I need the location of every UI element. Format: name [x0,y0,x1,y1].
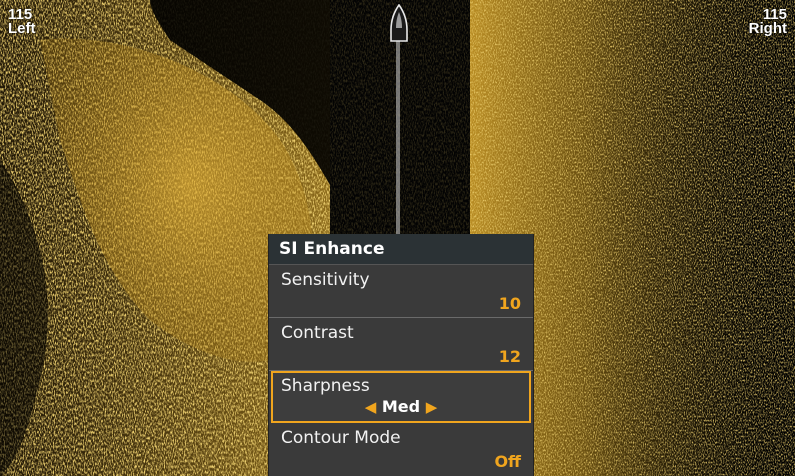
sharpness-item[interactable]: Sharpness ◀ Med ▶ [271,371,531,423]
contour-mode-value: Off [494,452,521,471]
sensitivity-value: 10 [498,294,521,313]
sensitivity-label: Sensitivity [281,270,370,290]
sharpness-selector[interactable]: ◀ Med ▶ [273,397,529,416]
menu-title: SI Enhance [269,234,533,265]
sharpness-value: Med [381,397,421,416]
contrast-item[interactable]: Contrast 12 [269,318,533,371]
contour-mode-label: Contour Mode [281,428,401,448]
left-range-readout: 115 Left [8,7,36,37]
si-enhance-menu: SI Enhance Sensitivity 10 Contrast 12 Sh… [268,234,534,476]
side-imaging-view: 115 Left 115 Right SI Enhance Sensitivit… [0,0,795,476]
contour-mode-item[interactable]: Contour Mode Off [269,423,533,475]
sharpness-label: Sharpness [281,376,370,396]
left-triangle-icon[interactable]: ◀ [365,398,377,416]
right-triangle-icon[interactable]: ▶ [426,398,438,416]
boat-icon [390,4,408,42]
left-range-label: Left [8,20,36,37]
right-range-readout: 115 Right [748,7,787,37]
contrast-label: Contrast [281,323,354,343]
sensitivity-item[interactable]: Sensitivity 10 [269,265,533,318]
right-range-label: Right [748,20,787,37]
contrast-value: 12 [498,347,521,366]
